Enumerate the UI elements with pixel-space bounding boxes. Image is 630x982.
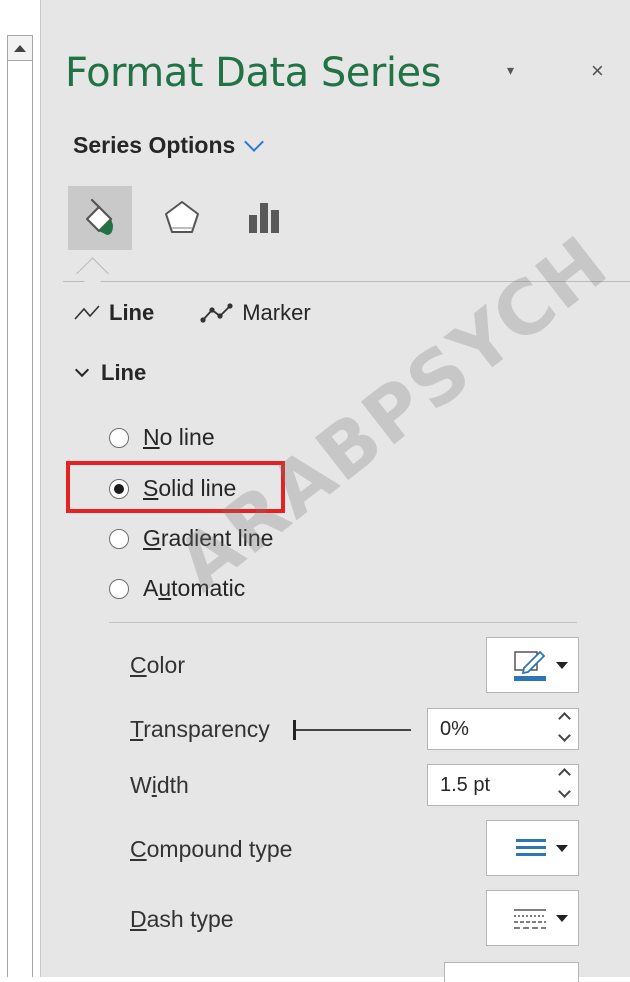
triangle-up-icon	[14, 44, 26, 52]
chevron-down-icon[interactable]	[558, 729, 571, 742]
subtab-line[interactable]: Line	[73, 300, 154, 326]
radio-label: Gradient line	[143, 525, 274, 551]
compound-lines-icon	[516, 839, 546, 856]
radio-label: No line	[143, 424, 215, 450]
radio-solid-line[interactable]: Solid line	[109, 475, 236, 502]
tab-divider	[63, 281, 630, 282]
marker-icon	[200, 303, 233, 323]
chevron-down-icon	[74, 362, 90, 378]
transparency-spinbox[interactable]: 0%	[427, 708, 579, 750]
radio-label: Automatic	[143, 575, 246, 601]
vertical-scrollbar[interactable]	[0, 0, 41, 977]
spin-arrows[interactable]	[558, 712, 571, 742]
tab-series-options[interactable]	[232, 186, 296, 250]
pen-color-icon	[514, 650, 546, 681]
radio-gradient-line[interactable]: Gradient line	[109, 525, 273, 552]
line-section-title: Line	[101, 360, 147, 385]
radio-no-line[interactable]: No line	[109, 424, 215, 451]
subtab-marker-label: Marker	[242, 300, 311, 325]
compound-type-label: Compound type	[130, 836, 293, 862]
radio-button[interactable]	[109, 427, 129, 448]
section-divider	[109, 622, 577, 623]
line-section-header[interactable]: Line	[74, 360, 147, 386]
cap-type-dropdown-partial[interactable]	[444, 962, 579, 982]
radio-label: Solid line	[143, 475, 237, 501]
chevron-down-icon[interactable]	[558, 785, 571, 798]
subtab-marker[interactable]: Marker	[200, 300, 311, 326]
line-marker-subtabs: Line Marker	[73, 300, 311, 326]
transparency-label: Transparency	[130, 716, 270, 742]
slider-track	[295, 729, 411, 731]
series-options-label: Series Options	[73, 132, 236, 158]
color-dropdown-button[interactable]	[486, 637, 579, 693]
radio-automatic[interactable]: Automatic	[109, 575, 245, 602]
dash-type-label: Dash type	[130, 906, 234, 932]
radio-button-selected[interactable]	[109, 478, 129, 499]
pane-tabs	[68, 186, 296, 250]
tab-fill-line[interactable]	[68, 186, 132, 250]
transparency-slider[interactable]	[293, 720, 411, 740]
chevron-down-icon	[244, 131, 265, 152]
compound-type-dropdown-button[interactable]	[486, 820, 579, 876]
pane-title: Format Data Series	[65, 50, 441, 96]
series-options-dropdown[interactable]: Series Options	[73, 131, 265, 159]
dash-lines-icon	[514, 909, 546, 929]
radio-button[interactable]	[109, 528, 129, 549]
format-data-series-pane: Format Data Series ▾ × Series Options Li…	[41, 0, 630, 982]
transparency-value: 0%	[440, 717, 469, 740]
series-options-bar-chart-icon	[249, 203, 279, 233]
tab-effects[interactable]	[150, 186, 214, 250]
width-value: 1.5 pt	[440, 773, 491, 796]
fill-line-icon	[85, 198, 113, 235]
scroll-track[interactable]	[7, 61, 33, 977]
chevron-up-icon[interactable]	[558, 712, 571, 725]
radio-button[interactable]	[109, 578, 129, 599]
chevron-up-icon[interactable]	[558, 768, 571, 781]
task-pane-options-button[interactable]: ▾	[507, 62, 514, 79]
dropdown-arrow-icon	[556, 661, 568, 669]
width-label: Width	[130, 772, 189, 798]
color-label: Color	[130, 652, 185, 678]
subtab-line-label: Line	[109, 300, 155, 325]
dropdown-arrow-icon	[556, 844, 568, 852]
scroll-up-button[interactable]	[7, 35, 33, 61]
effects-pentagon-icon	[165, 201, 199, 233]
slider-thumb[interactable]	[293, 720, 296, 740]
dropdown-arrow-icon	[556, 914, 568, 922]
active-tab-pointer	[76, 257, 109, 290]
width-spinbox[interactable]: 1.5 pt	[427, 764, 579, 806]
line-icon	[74, 305, 100, 320]
spin-arrows[interactable]	[558, 768, 571, 798]
dash-type-dropdown-button[interactable]	[486, 890, 579, 946]
close-pane-button[interactable]: ×	[591, 58, 604, 84]
